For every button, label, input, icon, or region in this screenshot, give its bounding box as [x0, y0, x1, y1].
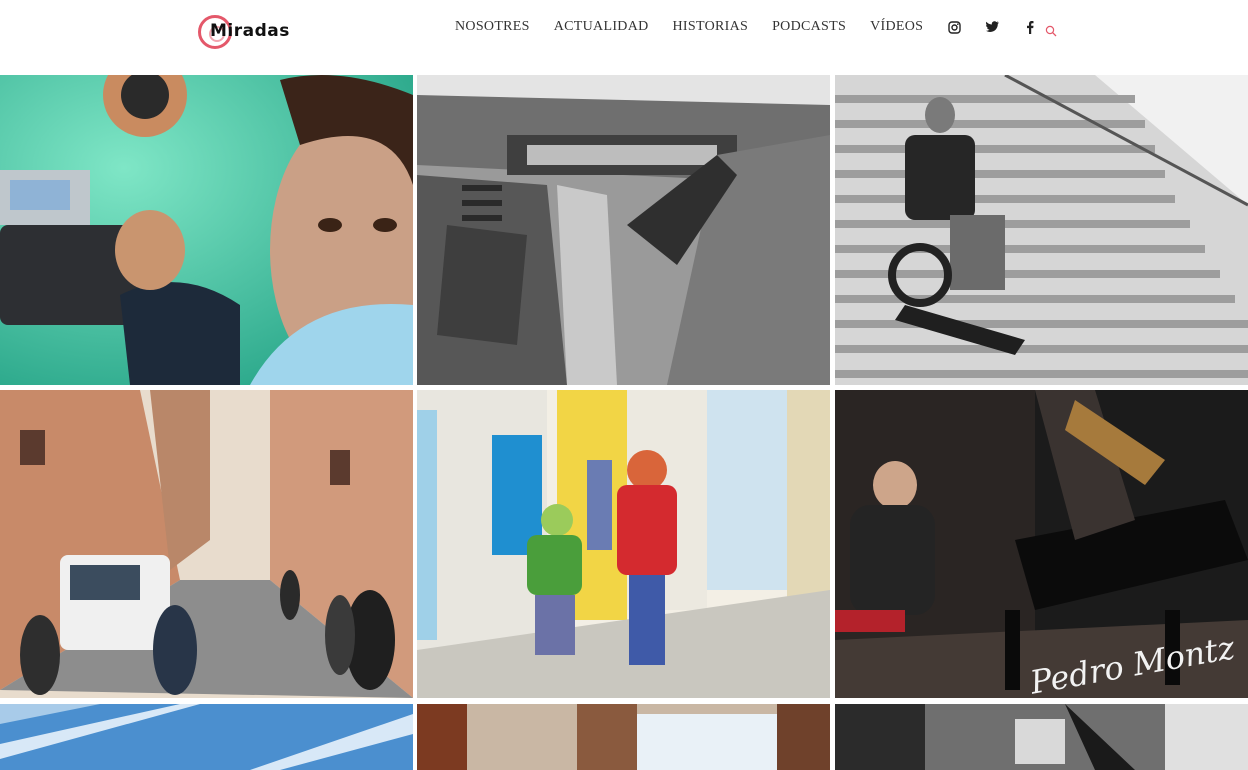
trench-war-photo-image — [417, 75, 830, 385]
sky-contrails-image — [0, 704, 413, 770]
wheelchair-on-stairs-image — [835, 75, 1248, 385]
twitter-icon[interactable] — [985, 20, 999, 34]
facebook-icon[interactable] — [1023, 20, 1037, 34]
nav-item-podcasts[interactable]: PODCASTS — [772, 19, 846, 35]
gallery-tile-boy-with-projector[interactable] — [0, 75, 413, 385]
illustrated-children-running-image — [417, 390, 830, 698]
gallery-tile-window-curtains[interactable] — [417, 704, 830, 770]
gallery-tile-trench-war-photo[interactable] — [417, 75, 830, 385]
nav-item-actualidad[interactable]: ACTUALIDAD — [554, 19, 649, 35]
gallery-tile-wheelchair-on-stairs[interactable] — [835, 75, 1248, 385]
nav-item-videos[interactable]: VÍDEOS — [870, 19, 923, 35]
window-curtains-image — [417, 704, 830, 770]
site-logo[interactable]: Miradas — [198, 12, 290, 52]
gallery-tile-sky-contrails[interactable] — [0, 704, 413, 770]
narrow-street-image — [0, 390, 413, 698]
bw-interior-image — [835, 704, 1248, 770]
instagram-icon[interactable] — [947, 20, 961, 34]
search-icon[interactable] — [1045, 24, 1059, 38]
gallery-tile-bw-interior[interactable] — [835, 704, 1248, 770]
gallery-tile-illustrated-children-running[interactable] — [417, 390, 830, 698]
boy-with-projector-image — [0, 75, 413, 385]
nav-item-nosotres[interactable]: NOSOTRES — [455, 19, 530, 35]
gallery-tile-pianist[interactable]: Pedro Montz — [835, 390, 1248, 698]
main-nav: NOSOTRES ACTUALIDAD HISTORIAS PODCASTS V… — [455, 19, 1061, 35]
logo-text: Miradas — [210, 21, 290, 41]
gallery-tile-narrow-street[interactable] — [0, 390, 413, 698]
site-header: Miradas NOSOTRES ACTUALIDAD HISTORIAS PO… — [0, 0, 1248, 72]
nav-item-historias[interactable]: HISTORIAS — [673, 19, 749, 35]
